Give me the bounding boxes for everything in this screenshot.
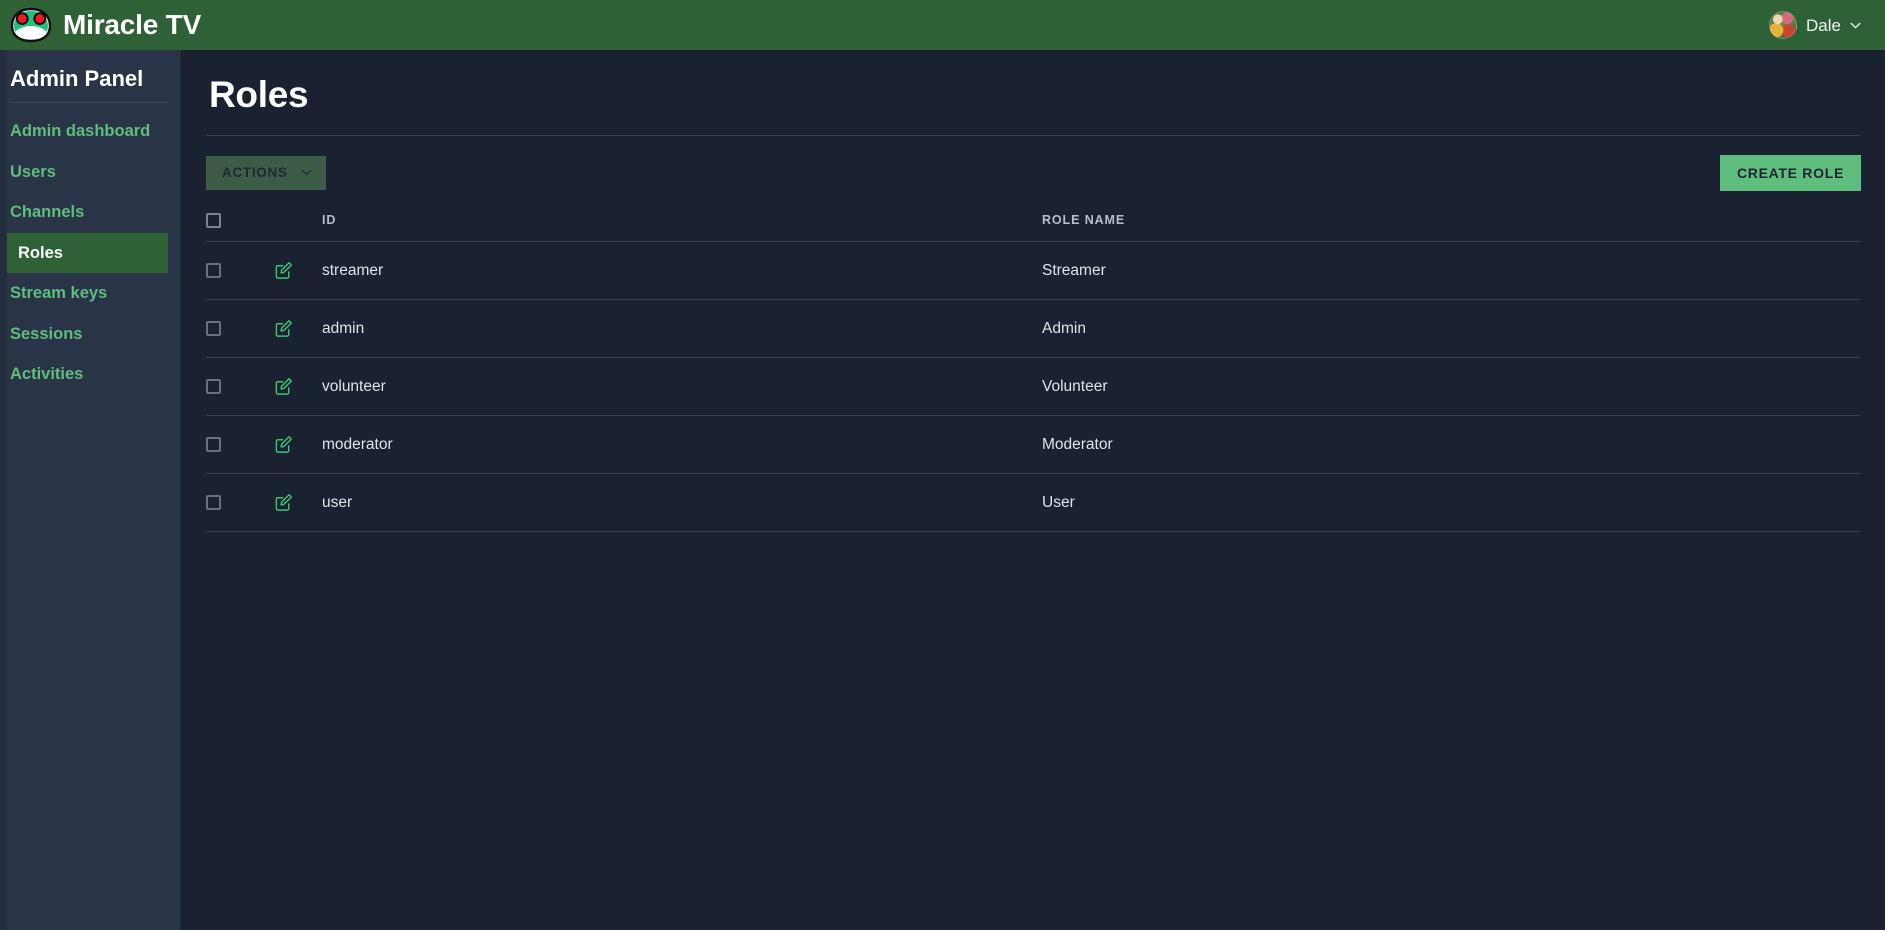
role-name-cell: Moderator: [1042, 415, 1861, 475]
chevron-down-icon: [1850, 22, 1861, 28]
row-select-cell: [206, 299, 274, 359]
row-checkbox[interactable]: [206, 262, 221, 278]
actions-button-label: ACTIONS: [222, 165, 288, 181]
role-id-cell: volunteer: [322, 357, 1042, 417]
table-toolbar: ACTIONS CREATE ROLE: [206, 136, 1861, 207]
user-menu[interactable]: Dale: [1769, 11, 1863, 39]
table-header-row: ID ROLE NAME: [206, 206, 1861, 243]
top-header-bar: Miracle TV Dale: [0, 0, 1885, 50]
role-id-cell: moderator: [322, 415, 1042, 475]
sidebar-scrollbar[interactable]: [0, 50, 7, 930]
sidebar-item-stream-keys[interactable]: Stream keys: [0, 273, 168, 314]
table-row[interactable]: streamer Streamer: [206, 241, 1861, 301]
role-name-cell: Streamer: [1042, 241, 1861, 301]
select-all-checkbox[interactable]: [206, 213, 221, 229]
sidebar-item-sessions[interactable]: Sessions: [0, 314, 168, 355]
frog-logo-icon: [10, 7, 52, 43]
role-id-cell: admin: [322, 299, 1042, 359]
row-select-cell: [206, 241, 274, 301]
row-edit-cell: [274, 241, 322, 301]
column-header-role-name: ROLE NAME: [1042, 206, 1861, 243]
user-name-label: Dale: [1806, 15, 1841, 35]
sidebar-item-roles[interactable]: Roles: [0, 232, 168, 274]
table-row[interactable]: admin Admin: [206, 299, 1861, 359]
sidebar-item-admin-dashboard[interactable]: Admin dashboard: [0, 111, 168, 152]
avatar: [1769, 11, 1798, 39]
table-row[interactable]: volunteer Volunteer: [206, 357, 1861, 417]
edit-pencil-square-icon[interactable]: [274, 493, 293, 512]
role-name-cell: Volunteer: [1042, 357, 1861, 417]
edit-column-header: [274, 206, 322, 243]
edit-pencil-square-icon[interactable]: [274, 435, 293, 454]
role-id-cell: user: [322, 473, 1042, 533]
select-all-header: [206, 206, 274, 243]
sidebar-item-channels[interactable]: Channels: [0, 192, 168, 233]
sidebar-nav: Admin dashboard Users Channels Roles Str…: [0, 103, 180, 395]
row-edit-cell: [274, 357, 322, 417]
row-checkbox[interactable]: [206, 436, 221, 452]
sidebar-title: Admin Panel: [10, 66, 144, 91]
edit-pencil-square-icon[interactable]: [274, 377, 293, 396]
actions-button[interactable]: ACTIONS: [206, 156, 326, 190]
role-name-cell: Admin: [1042, 299, 1861, 359]
row-select-cell: [206, 357, 274, 417]
table-header: ID ROLE NAME: [206, 206, 1861, 243]
row-edit-cell: [274, 415, 322, 475]
sidebar-item-users[interactable]: Users: [0, 152, 168, 193]
page-title: Roles: [209, 74, 309, 115]
sidebar: Admin Panel Admin dashboard Users Channe…: [0, 50, 181, 930]
brand[interactable]: Miracle TV: [10, 6, 201, 44]
row-select-cell: [206, 415, 274, 475]
row-edit-cell: [274, 299, 322, 359]
table-row[interactable]: moderator Moderator: [206, 415, 1861, 475]
row-checkbox[interactable]: [206, 494, 221, 510]
edit-pencil-square-icon[interactable]: [274, 261, 293, 280]
main-content: Roles ACTIONS CREATE ROLE ID ROLE NAME s…: [182, 50, 1885, 930]
create-role-button[interactable]: CREATE ROLE: [1720, 154, 1861, 191]
brand-title: Miracle TV: [63, 9, 202, 40]
table-body: streamer Streamer admin Admin volunteer …: [206, 241, 1861, 533]
role-name-cell: User: [1042, 473, 1861, 533]
table-row[interactable]: user User: [206, 473, 1861, 533]
chevron-down-icon: [301, 170, 312, 176]
row-edit-cell: [274, 473, 322, 533]
column-header-id: ID: [322, 206, 1042, 243]
role-id-cell: streamer: [322, 241, 1042, 301]
edit-pencil-square-icon[interactable]: [274, 319, 293, 338]
sidebar-item-activities[interactable]: Activities: [0, 354, 168, 395]
row-select-cell: [206, 473, 274, 533]
row-checkbox[interactable]: [206, 378, 221, 394]
roles-table: ID ROLE NAME streamer Streamer admin Adm…: [206, 206, 1861, 533]
row-checkbox[interactable]: [206, 320, 221, 336]
